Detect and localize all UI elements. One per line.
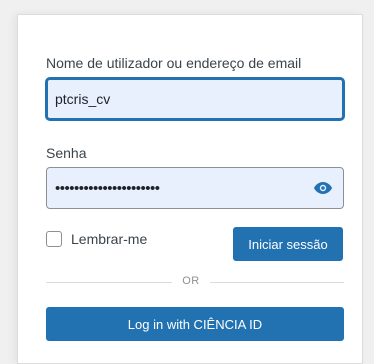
username-value: ptcris_cv bbox=[55, 91, 111, 107]
password-input[interactable]: •••••••••••••••••••••• bbox=[46, 167, 344, 209]
ciencia-login-button[interactable]: Log in with CIÊNCIA ID bbox=[46, 307, 344, 341]
divider-or: OR bbox=[182, 275, 200, 287]
username-label: Nome de utilizador ou endereço de email bbox=[46, 55, 302, 71]
password-value: •••••••••••••••••••••• bbox=[55, 179, 160, 197]
remember-label[interactable]: Lembrar-me bbox=[71, 231, 147, 247]
divider-right bbox=[210, 282, 344, 283]
login-button[interactable]: Iniciar sessão bbox=[233, 227, 343, 261]
username-input[interactable]: ptcris_cv bbox=[46, 78, 344, 120]
eye-icon[interactable] bbox=[313, 179, 333, 197]
remember-checkbox[interactable] bbox=[46, 231, 62, 247]
divider-left bbox=[46, 282, 172, 283]
login-form: Nome de utilizador ou endereço de email … bbox=[17, 14, 363, 364]
password-label: Senha bbox=[46, 145, 87, 161]
